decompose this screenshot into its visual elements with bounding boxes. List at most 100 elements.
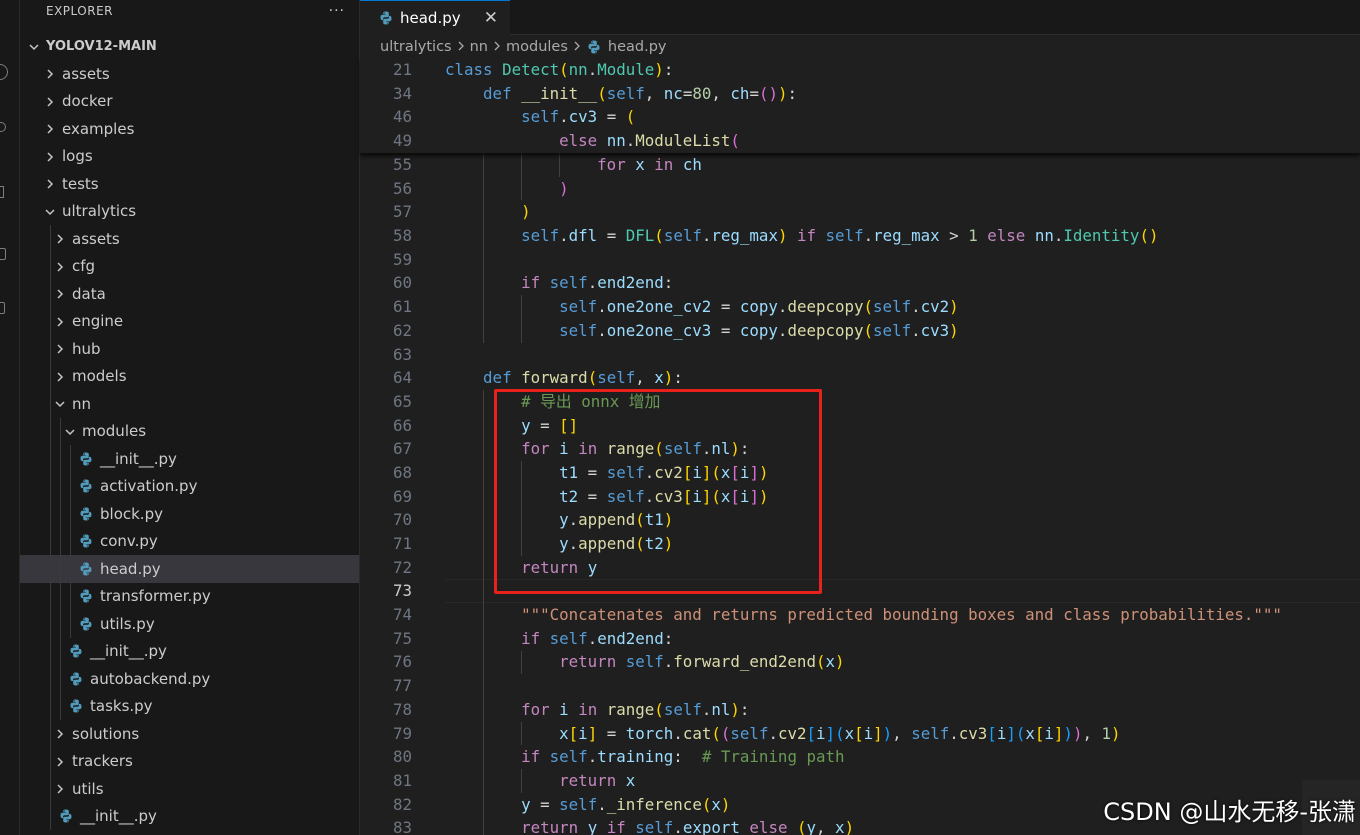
code-token: one2one_cv2: [606, 297, 712, 317]
remote-explorer-icon[interactable]: [0, 302, 5, 314]
code-token: torch: [625, 723, 674, 743]
file-item[interactable]: tasks.py: [20, 692, 359, 720]
code-token: =: [530, 794, 560, 814]
chevron-right-icon: [42, 122, 58, 136]
code-token: i: [578, 723, 588, 743]
indent-guide: [70, 610, 71, 638]
folder-item[interactable]: engine: [20, 307, 359, 335]
indent-guide: [50, 720, 51, 748]
code-line[interactable]: 57 ): [360, 200, 1360, 224]
breadcrumb-item[interactable]: ultralytics: [380, 39, 452, 55]
indent-guide: [60, 472, 61, 500]
folder-item[interactable]: assets: [20, 60, 359, 88]
folder-item[interactable]: assets: [20, 225, 359, 253]
folder-item[interactable]: tests: [20, 170, 359, 198]
code-token: (: [654, 226, 664, 246]
project-root[interactable]: YOLOV12-MAIN: [20, 32, 359, 60]
run-debug-icon[interactable]: [0, 186, 4, 198]
file-item[interactable]: utils.py: [20, 610, 359, 638]
indent-guide: [50, 665, 51, 693]
folder-item[interactable]: solutions: [20, 720, 359, 748]
close-tab-icon[interactable]: ✕: [484, 8, 498, 28]
folder-item[interactable]: examples: [20, 115, 359, 143]
breadcrumb-item[interactable]: nn: [470, 39, 488, 55]
breadcrumb-item[interactable]: head.py: [608, 39, 667, 55]
folder-item[interactable]: ultralytics: [20, 198, 359, 226]
folder-item[interactable]: hub: [20, 335, 359, 363]
code-line[interactable]: 78 for i in range(self.nl):: [360, 698, 1360, 722]
code-token: Module: [597, 60, 655, 79]
folder-item[interactable]: trackers: [20, 747, 359, 775]
code-token: if: [796, 226, 817, 246]
code-line[interactable]: 62 self.one2one_cv3 = copy.deepcopy(self…: [360, 319, 1360, 343]
indent-guide: [60, 500, 61, 528]
code-line[interactable]: 76 return self.forward_end2end(x): [360, 650, 1360, 674]
code-token: >: [939, 226, 969, 246]
folder-item[interactable]: nn: [20, 390, 359, 418]
breadcrumb-item[interactable]: modules: [506, 39, 568, 55]
code-token: _inference: [606, 794, 702, 814]
code-line[interactable]: 49 else nn.ModuleList(: [360, 129, 1360, 153]
file-item[interactable]: autobackend.py: [20, 665, 359, 693]
code-token: .: [587, 273, 598, 293]
code-line[interactable]: 79 x[i] = torch.cat((self.cv2[i](x[i]), …: [360, 722, 1360, 746]
indent-guide: [70, 472, 71, 500]
file-item[interactable]: block.py: [20, 500, 359, 528]
folder-item[interactable]: cfg: [20, 252, 359, 280]
tab-head-py[interactable]: head.py ✕: [360, 0, 510, 35]
code-line[interactable]: 60 if self.end2end:: [360, 271, 1360, 295]
code-line[interactable]: 75 if self.end2end:: [360, 627, 1360, 651]
file-item[interactable]: activation.py: [20, 472, 359, 500]
python-file-icon: [68, 698, 84, 714]
code-token: =: [597, 723, 626, 743]
search-icon[interactable]: [0, 64, 8, 80]
code-token: cv3: [920, 320, 950, 340]
code-line[interactable]: 80 if self.training: # Training path: [360, 745, 1360, 769]
source-control-icon[interactable]: [0, 122, 6, 132]
code-line[interactable]: 58 self.dfl = DFL(self.reg_max) if self.…: [360, 224, 1360, 248]
indent-guide: [50, 362, 51, 390]
code-token: .: [597, 794, 607, 814]
file-item[interactable]: __init__.py: [20, 637, 359, 665]
code-line[interactable]: 74 """Concatenates and returns predicted…: [360, 603, 1360, 627]
tree-item-label: head.py: [100, 559, 161, 578]
code-token: (: [711, 723, 721, 743]
code-line[interactable]: 59: [360, 248, 1360, 272]
extensions-icon[interactable]: [0, 248, 6, 260]
code-token: =: [749, 83, 759, 103]
folder-item[interactable]: models: [20, 362, 359, 390]
code-token: :: [663, 60, 674, 79]
folder-item[interactable]: data: [20, 280, 359, 308]
code-token: 1: [968, 226, 978, 246]
sticky-scroll-header[interactable]: 21 class Detect(nn.Module): 34 def __init_…: [360, 58, 1360, 153]
more-actions-icon[interactable]: ···: [329, 3, 345, 19]
indent-guide: [521, 153, 523, 201]
file-item[interactable]: head.py: [20, 555, 359, 583]
file-item[interactable]: __init__.py: [20, 445, 359, 473]
code-token: .: [701, 226, 712, 246]
code-line[interactable]: 61 self.one2one_cv2 = copy.deepcopy(self…: [360, 295, 1360, 319]
indent-guide: [50, 500, 51, 528]
code-line[interactable]: 81 return x: [360, 769, 1360, 793]
code-line[interactable]: 21 class Detect(nn.Module):: [360, 58, 1360, 82]
folder-item[interactable]: logs: [20, 143, 359, 171]
code-line[interactable]: 64 def forward(self, x):: [360, 366, 1360, 390]
file-item[interactable]: conv.py: [20, 527, 359, 555]
chevron-down-icon: [52, 397, 68, 411]
code-line[interactable]: 34 def __init__(self, nc=80, ch=()):: [360, 82, 1360, 106]
folder-item[interactable]: docker: [20, 88, 359, 116]
folder-item[interactable]: utils: [20, 775, 359, 803]
file-item[interactable]: __init__.py: [20, 802, 359, 830]
code-line[interactable]: 63: [360, 343, 1360, 367]
code-token: ,: [711, 83, 731, 103]
folder-item[interactable]: modules: [20, 417, 359, 445]
code-line[interactable]: 77: [360, 674, 1360, 698]
indent-guide: [60, 417, 61, 445]
file-item[interactable]: transformer.py: [20, 582, 359, 610]
code-line[interactable]: 56 ): [360, 177, 1360, 201]
code-line[interactable]: 55 for x in ch: [360, 153, 1360, 177]
code-token: ]: [1053, 723, 1064, 743]
code-line[interactable]: 46 self.cv3 = (: [360, 105, 1360, 129]
